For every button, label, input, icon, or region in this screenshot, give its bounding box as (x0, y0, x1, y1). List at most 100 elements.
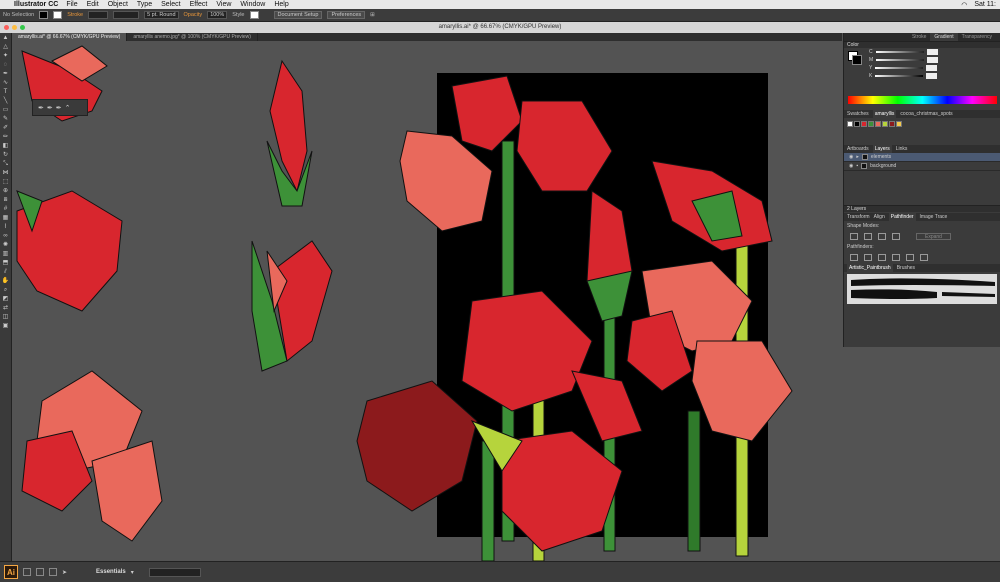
shape-builder-tool-icon[interactable]: ⊕ (1, 187, 10, 195)
chevron-down-icon[interactable]: ▾ (131, 569, 134, 576)
style-swatch[interactable] (249, 11, 259, 19)
slice-tool-icon[interactable]: ⫽ (1, 268, 10, 276)
stroke-weight-field[interactable] (88, 11, 109, 19)
artboard-nav-icon[interactable] (36, 568, 44, 576)
color-spectrum[interactable] (848, 96, 997, 104)
tab-transparency[interactable]: Transparency (958, 33, 996, 41)
crop-icon[interactable] (892, 254, 900, 261)
tab-swatches[interactable]: Swatches (847, 110, 869, 118)
menu-window[interactable]: Window (240, 1, 265, 8)
selection-tool-icon[interactable]: ▲ (1, 34, 10, 42)
magenta-slider[interactable]: M (844, 56, 1000, 64)
menu-file[interactable]: File (66, 1, 77, 8)
pen-tool-icon[interactable]: ✒ (1, 70, 10, 78)
stroke-color-box[interactable] (852, 55, 862, 65)
black-slider[interactable]: K (844, 72, 1000, 80)
eyedropper-tool-icon[interactable]: ⌇ (1, 223, 10, 231)
preferences-button[interactable]: Preferences (327, 11, 366, 19)
minus-front-icon[interactable] (864, 233, 872, 240)
curvature-tool-icon[interactable]: ∿ (1, 79, 10, 87)
tab-artboards[interactable]: Artboards (847, 145, 869, 153)
swatch[interactable] (882, 121, 888, 127)
trim-icon[interactable] (864, 254, 872, 261)
canvas[interactable]: ✒ ✒ ✒ ⌃ (12, 41, 842, 561)
pencil-tool-icon[interactable]: ✏ (1, 133, 10, 141)
tab-gradient[interactable]: Gradient (930, 33, 958, 41)
pen-icon[interactable]: ✒ (38, 104, 44, 112)
minus-back-icon[interactable] (920, 254, 928, 261)
document-setup-button[interactable]: Document Setup (273, 11, 323, 19)
merge-icon[interactable] (878, 254, 886, 261)
hand-tool-icon[interactable]: ✋ (1, 277, 10, 285)
wifi-icon[interactable]: ◠ (961, 1, 967, 9)
expand-button[interactable]: Expand (916, 233, 951, 240)
outline-icon[interactable] (906, 254, 914, 261)
lock-icon[interactable]: ▪ (856, 163, 858, 169)
workspace-switcher[interactable]: Essentials (96, 569, 126, 575)
rectangle-tool-icon[interactable]: ▭ (1, 106, 10, 114)
exclude-icon[interactable] (892, 233, 900, 240)
tab-layers[interactable]: Layers (872, 145, 892, 153)
tab-amaryllis-jpg[interactable]: amaryllis anemo.jpg* @ 100% (CMYK/GPU Pr… (127, 33, 258, 41)
layer-row[interactable]: ◉ ▸ elements (844, 153, 1000, 162)
stroke-label[interactable]: Stroke (67, 12, 83, 18)
magic-wand-tool-icon[interactable]: ✦ (1, 52, 10, 60)
variable-width-field[interactable] (113, 11, 140, 19)
send-icon[interactable]: ➤ (62, 569, 67, 576)
swatch[interactable] (889, 121, 895, 127)
minimize-icon[interactable] (12, 25, 17, 30)
column-graph-tool-icon[interactable]: ▥ (1, 250, 10, 258)
menu-object[interactable]: Object (108, 1, 128, 8)
tab-brushes[interactable]: Brushes (897, 264, 915, 272)
add-anchor-icon[interactable]: ✒ (47, 104, 53, 112)
tab-artistic-paintbrush[interactable]: Artistic_Paintbrush (847, 264, 893, 272)
color-panel-header[interactable]: Color (844, 41, 1000, 48)
tab-amaryllis-ai[interactable]: amaryllis.ai* @ 66.67% (CMYK/GPU Preview… (12, 33, 128, 41)
direct-selection-tool-icon[interactable]: △ (1, 43, 10, 51)
symbol-sprayer-tool-icon[interactable]: ✺ (1, 241, 10, 249)
free-transform-tool-icon[interactable]: ⬚ (1, 178, 10, 186)
yellow-slider[interactable]: Y (844, 64, 1000, 72)
intersect-icon[interactable] (878, 233, 886, 240)
width-tool-icon[interactable]: ⋈ (1, 169, 10, 177)
line-tool-icon[interactable]: ╲ (1, 97, 10, 105)
eraser-tool-icon[interactable]: ◧ (1, 142, 10, 150)
mesh-tool-icon[interactable]: # (1, 205, 10, 213)
tab-stroke[interactable]: Stroke (908, 33, 930, 41)
tab-links[interactable]: Links (896, 145, 908, 153)
drawing-mode-icon[interactable]: ◫ (1, 313, 10, 321)
eye-icon[interactable]: ◉ (849, 154, 853, 160)
fill-swatch[interactable] (39, 11, 49, 19)
gradient-tool-icon[interactable]: ▦ (1, 214, 10, 222)
paintbrush-tool-icon[interactable]: ✎ (1, 115, 10, 123)
brush-definition[interactable]: 5 pt. Round (144, 11, 179, 19)
swatch[interactable] (868, 121, 874, 127)
arrange-icon[interactable]: ⊞ (370, 12, 375, 18)
swatch[interactable] (896, 121, 902, 127)
expand-arrow-icon[interactable]: ▸ (856, 154, 859, 160)
tab-transform[interactable]: Transform (847, 213, 870, 221)
swatch[interactable] (847, 121, 853, 127)
menu-help[interactable]: Help (274, 1, 288, 8)
tab-cocoa[interactable]: cocoa_christmas_spots (900, 110, 952, 118)
tab-align[interactable]: Align (874, 213, 885, 221)
tab-pathfinder[interactable]: Pathfinder (888, 213, 916, 221)
zoom-tool-icon[interactable]: ⌕ (1, 286, 10, 294)
artboard-tool-icon[interactable]: ⬒ (1, 259, 10, 267)
tab-amaryllis[interactable]: amaryllis (872, 110, 897, 118)
swatch[interactable] (875, 121, 881, 127)
anchor-point-icon[interactable]: ⌃ (65, 104, 71, 112)
zoom-icon[interactable] (20, 25, 25, 30)
divide-icon[interactable] (850, 254, 858, 261)
app-menu[interactable]: Illustrator CC (14, 1, 58, 8)
swatch[interactable] (854, 121, 860, 127)
shaper-tool-icon[interactable]: ✐ (1, 124, 10, 132)
artboard-nav-icon[interactable] (23, 568, 31, 576)
swatch[interactable] (861, 121, 867, 127)
screen-mode-icon[interactable]: ▣ (1, 322, 10, 330)
menu-view[interactable]: View (216, 1, 231, 8)
type-tool-icon[interactable]: T (1, 88, 10, 96)
search-stock-field[interactable] (148, 567, 201, 577)
arrange-docs-icon[interactable] (49, 568, 57, 576)
close-icon[interactable] (4, 25, 9, 30)
